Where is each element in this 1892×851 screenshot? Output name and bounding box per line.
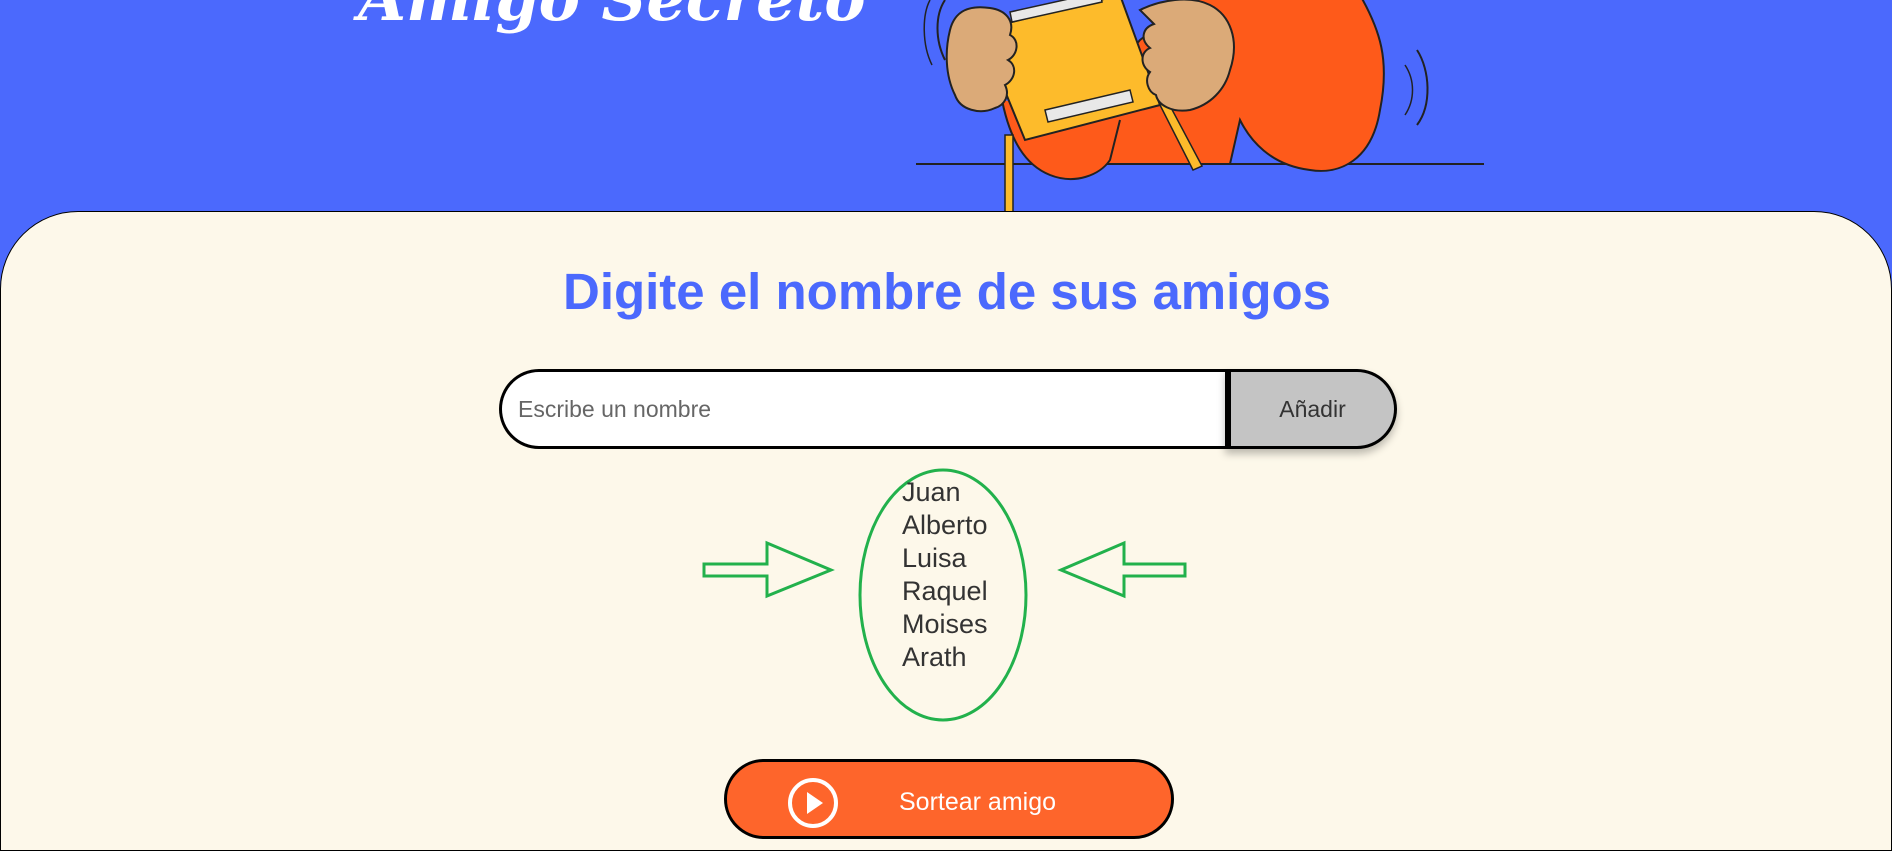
list-item: Arath [902,642,967,672]
draw-friend-button[interactable]: Sortear amigo [724,759,1174,839]
list-item: Alberto [902,510,988,540]
add-friend-form: Añadir [499,369,1397,449]
person-holding-gift-illustration [916,0,1484,215]
list-item: Moises [902,609,988,639]
list-item: Raquel [902,576,988,606]
list-item: Juan [902,477,961,507]
app-title: Amigo Secreto [358,0,866,35]
draw-button-label: Sortear amigo [899,788,1057,816]
friend-list: Juan Alberto Luisa Raquel Moises Arath [902,476,988,674]
arrow-left-annotation [1057,540,1187,599]
play-circle-icon [788,778,838,828]
add-button[interactable]: Añadir [1225,369,1397,449]
arrow-right-annotation [702,540,835,599]
list-item: Luisa [902,543,967,573]
name-input[interactable] [499,369,1227,449]
main-panel: Digite el nombre de sus amigos Añadir Ju… [0,211,1892,851]
page-header: Amigo Secreto [0,0,1892,215]
section-heading: Digite el nombre de sus amigos [562,263,1331,320]
